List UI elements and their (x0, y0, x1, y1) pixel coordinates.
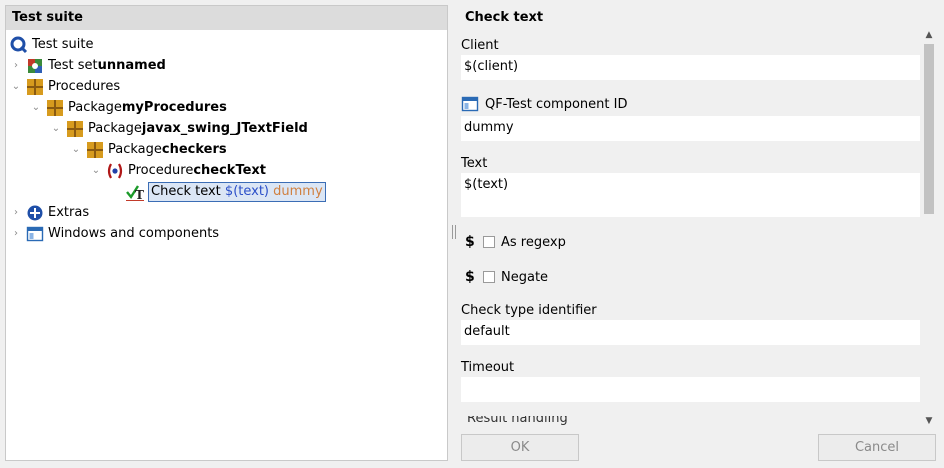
check-type-label: Check type identifier (461, 303, 597, 318)
test-set-icon (26, 57, 44, 75)
result-handling-partial: Result handling (461, 416, 920, 426)
chevron-right-icon[interactable]: › (10, 56, 22, 76)
detail-title: Check text (465, 10, 544, 25)
tree-item-extra: dummy (273, 184, 323, 199)
chevron-down-icon[interactable]: ⌄ (90, 161, 102, 181)
scroll-up-icon[interactable]: ▲ (924, 30, 934, 40)
check-icon: T (126, 183, 144, 201)
variable-dollar-icon[interactable]: $ (465, 234, 483, 250)
timeout-label: Timeout (461, 360, 515, 375)
qf-test-icon (10, 36, 28, 54)
negate-label: Negate (501, 269, 549, 285)
component-id-field[interactable]: dummy (461, 116, 920, 141)
component-id-label: QF-Test component ID (485, 96, 628, 112)
tree-item-label: Windows and components (48, 226, 220, 241)
selected-node-label[interactable]: Check text $(text) dummy (148, 182, 326, 202)
package-icon (66, 120, 84, 138)
chevron-down-icon[interactable]: ⌄ (50, 119, 62, 139)
negate-checkbox[interactable] (483, 271, 495, 283)
package-icon (86, 141, 104, 159)
tree-item-name: unnamed (97, 58, 166, 73)
cancel-button[interactable]: Cancel (818, 434, 936, 461)
window-icon (26, 225, 44, 243)
detail-panel: Check text Client $(client) QF-Test comp… (456, 0, 944, 468)
tree-item-label: Test suite (32, 37, 94, 52)
tree-item-windows-components[interactable]: › Windows and components (10, 224, 219, 244)
scrollbar-thumb[interactable] (924, 44, 934, 214)
chevron-right-icon[interactable]: › (10, 203, 22, 223)
chevron-down-icon[interactable]: ⌄ (30, 98, 42, 118)
tree-item-package-myprocedures[interactable]: ⌄ Package myProcedures (30, 98, 227, 118)
component-id-label-row: QF-Test component ID (461, 95, 627, 113)
tree-item-test-set[interactable]: › Test set unnamed (10, 56, 166, 76)
window-icon (461, 95, 479, 113)
text-area[interactable]: $(text) (461, 173, 920, 217)
tree-item-procedure-checktext[interactable]: ⌄ Procedure checkText (90, 161, 266, 181)
scroll-down-icon[interactable]: ▼ (924, 416, 934, 426)
tree-item-package-checkers[interactable]: ⌄ Package checkers (70, 140, 227, 160)
tree-item-name: myProcedures (121, 100, 227, 115)
tree-item-name: javax_swing_JTextField (141, 121, 308, 136)
procedure-icon (106, 162, 124, 180)
tree-item-procedures[interactable]: ⌄ Procedures (10, 77, 120, 97)
tree-item-label: Check text (151, 184, 225, 199)
tree-item-label: Package (108, 142, 162, 157)
tree-item-package-jtextfield[interactable]: ⌄ Package javax_swing_JTextField (50, 119, 308, 139)
as-regexp-row: $ As regexp (465, 233, 566, 251)
result-handling-label: Result handling (467, 416, 568, 426)
ok-button[interactable]: OK (461, 434, 579, 461)
check-type-field[interactable]: default (461, 320, 920, 345)
text-label: Text (461, 156, 488, 171)
tree-item-name: checkers (161, 142, 227, 157)
as-regexp-checkbox[interactable] (483, 236, 495, 248)
test-suite-tree-panel: Test suite Test suite › Test set unnamed… (5, 5, 448, 461)
package-icon (26, 78, 44, 96)
extras-icon (26, 204, 44, 222)
tree-item-label: Package (88, 121, 142, 136)
tree-header: Test suite (6, 6, 447, 30)
svg-text:T: T (135, 188, 144, 201)
tree-item-label: Package (68, 100, 122, 115)
tree-item-test-suite[interactable]: Test suite (10, 35, 93, 55)
tree-item-check-text[interactable]: T Check text $(text) dummy (110, 182, 326, 202)
chevron-right-icon[interactable]: › (10, 224, 22, 244)
tree-item-variable: $(text) (224, 184, 269, 199)
timeout-field[interactable] (461, 377, 920, 402)
tree-item-extras[interactable]: › Extras (10, 203, 89, 223)
tree-item-label: Test set (48, 58, 98, 73)
tree-item-name: checkText (193, 163, 267, 178)
chevron-down-icon[interactable]: ⌄ (70, 140, 82, 160)
as-regexp-label: As regexp (501, 234, 566, 250)
tree-item-label: Procedures (48, 79, 121, 94)
chevron-down-icon[interactable]: ⌄ (10, 77, 22, 97)
client-label: Client (461, 38, 499, 53)
vertical-scrollbar[interactable]: ▲ ▼ (922, 30, 936, 426)
tree-item-label: Extras (48, 205, 90, 220)
variable-dollar-icon[interactable]: $ (465, 269, 483, 285)
package-icon (46, 99, 64, 117)
negate-row: $ Negate (465, 268, 548, 286)
client-field[interactable]: $(client) (461, 55, 920, 80)
tree-item-label: Procedure (128, 163, 194, 178)
